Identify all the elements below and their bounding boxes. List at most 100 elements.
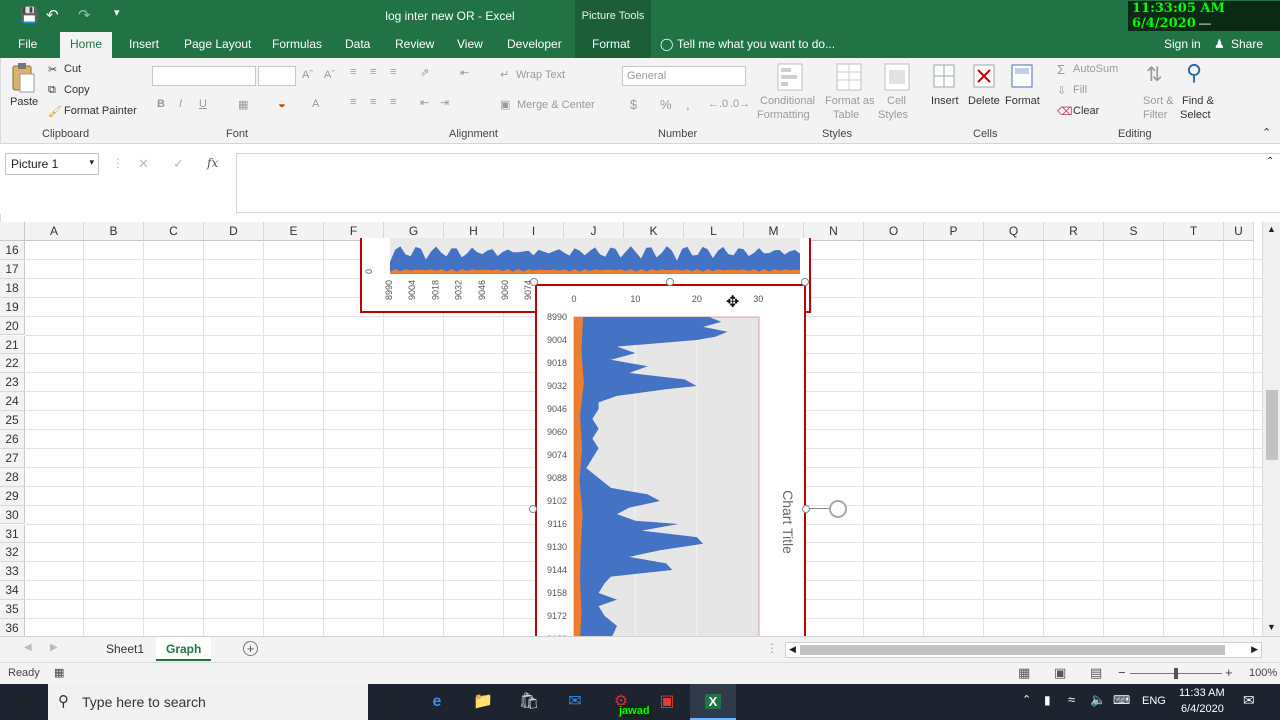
format-as-table-icon[interactable]	[834, 62, 864, 92]
horizontal-scrollbar[interactable]: ◀ ▶	[785, 642, 1262, 658]
row-header-21[interactable]: 21	[0, 335, 25, 355]
expand-formula-icon[interactable]: ⌃	[1266, 156, 1274, 167]
text-direction-icon[interactable]: ⇤	[460, 66, 469, 79]
column-header-c[interactable]: C	[144, 222, 204, 241]
vertical-scrollbar[interactable]: ▲ ▼	[1262, 222, 1280, 636]
row-header-25[interactable]: 25	[0, 411, 25, 430]
row-header-23[interactable]: 23	[0, 373, 25, 393]
column-header-r[interactable]: R	[1044, 222, 1104, 241]
next-sheet-icon[interactable]: ▶	[50, 642, 58, 653]
align-left-icon[interactable]: ≡	[350, 96, 356, 108]
scroll-up-icon[interactable]: ▲	[1267, 224, 1276, 234]
macro-record-icon[interactable]: ▦	[54, 666, 64, 679]
notifications-icon[interactable]: ✉	[1243, 692, 1255, 709]
insert-cells-button[interactable]: Insert	[931, 95, 959, 107]
language-indicator[interactable]: ENG	[1142, 695, 1166, 707]
row-header-27[interactable]: 27	[0, 448, 25, 468]
align-top-icon[interactable]: ≡	[350, 66, 356, 78]
row-header-33[interactable]: 33	[0, 562, 25, 582]
taskbar-search[interactable]: ⚲ Type here to search	[48, 684, 368, 720]
vertical-scroll-thumb[interactable]	[1266, 390, 1278, 460]
grow-font-icon[interactable]: Aˆ	[302, 69, 313, 81]
zoom-level[interactable]: 100%	[1249, 667, 1277, 679]
tell-me-search[interactable]: Tell me what you want to do...	[677, 37, 835, 51]
column-header-e[interactable]: E	[264, 222, 324, 241]
conditional-formatting-icon[interactable]	[775, 62, 805, 92]
tab-formulas[interactable]: Formulas	[272, 37, 322, 51]
column-header-o[interactable]: O	[864, 222, 924, 241]
merge-center-button[interactable]: Merge & Center	[517, 99, 595, 111]
cell-styles-icon[interactable]	[882, 62, 912, 92]
column-header-u[interactable]: U	[1224, 222, 1254, 241]
font-color-icon[interactable]: A	[312, 98, 319, 110]
autosum-button[interactable]: AutoSum	[1073, 63, 1118, 75]
resize-handle-top-left[interactable]	[530, 278, 538, 286]
column-header-a[interactable]: A	[25, 222, 84, 241]
row-header-31[interactable]: 31	[0, 524, 25, 544]
comma-button[interactable]: ,	[686, 97, 690, 112]
tab-home[interactable]: Home	[60, 32, 113, 58]
row-header-36[interactable]: 36	[0, 619, 25, 636]
fill-button[interactable]: Fill	[1073, 84, 1087, 96]
sign-in-link[interactable]: Sign in	[1164, 37, 1201, 51]
page-layout-view-icon[interactable]: ▣	[1054, 665, 1066, 681]
paste-icon[interactable]	[10, 62, 36, 94]
paste-button[interactable]: Paste	[10, 96, 38, 108]
wifi-icon[interactable]: ≈	[1068, 692, 1075, 707]
sort-filter-icon[interactable]: ⇅	[1146, 62, 1163, 87]
mail-icon[interactable]: ✉	[552, 684, 598, 720]
share-icon[interactable]: ♟	[1214, 37, 1225, 51]
task-view-icon[interactable]: ❐	[368, 684, 414, 720]
row-header-17[interactable]: 17	[0, 259, 25, 279]
align-right-icon[interactable]: ≡	[390, 96, 396, 108]
windows-start-icon[interactable]: ⊞	[0, 684, 46, 720]
sort-filter-button[interactable]: Sort &	[1143, 95, 1174, 107]
tab-page-layout[interactable]: Page Layout	[184, 37, 251, 51]
row-header-24[interactable]: 24	[0, 392, 25, 412]
sheet-tab-graph[interactable]: Graph	[156, 637, 212, 661]
tab-format[interactable]: Format	[592, 37, 630, 51]
copy-icon[interactable]: ⧉	[48, 84, 56, 97]
find-select-button[interactable]: Find &	[1182, 95, 1214, 107]
add-sheet-icon[interactable]: +	[243, 641, 258, 656]
font-name-combo[interactable]	[152, 66, 256, 86]
shrink-font-icon[interactable]: Aˇ	[324, 69, 335, 81]
row-header-29[interactable]: 29	[0, 486, 25, 506]
bold-button[interactable]: B	[157, 98, 165, 110]
fill-icon[interactable]: ⇩	[1057, 84, 1066, 97]
row-header-28[interactable]: 28	[0, 467, 25, 487]
wrap-text-button[interactable]: Wrap Text	[516, 69, 565, 81]
increase-indent-icon[interactable]: ⇥	[440, 96, 449, 109]
currency-button[interactable]: $	[630, 97, 637, 112]
enter-icon[interactable]: ✓	[173, 156, 184, 172]
insert-function-button[interactable]: fx	[207, 156, 218, 170]
format-painter-icon[interactable]: 🖌	[48, 105, 62, 118]
tray-chevron-icon[interactable]: ⌃	[1022, 693, 1031, 706]
normal-view-icon[interactable]: ▦	[1018, 665, 1030, 681]
format-painter-button[interactable]: Format Painter	[64, 105, 137, 117]
orientation-icon[interactable]: ⇗	[420, 66, 429, 79]
row-header-22[interactable]: 22	[0, 354, 25, 374]
column-header-q[interactable]: Q	[984, 222, 1044, 241]
column-header-s[interactable]: S	[1104, 222, 1164, 241]
find-select-icon[interactable]: ⚲	[1186, 60, 1202, 86]
tab-data[interactable]: Data	[345, 37, 370, 51]
format-cells-icon[interactable]	[1010, 62, 1036, 92]
battery-icon[interactable]: ▮	[1044, 693, 1051, 707]
edge-icon[interactable]: e	[414, 684, 460, 720]
format-cells-button[interactable]: Format	[1005, 95, 1040, 107]
row-header-32[interactable]: 32	[0, 543, 25, 563]
zoom-out-icon[interactable]: −	[1118, 665, 1126, 680]
percent-button[interactable]: %	[660, 97, 672, 112]
share-button[interactable]: Share	[1231, 37, 1263, 51]
tab-insert[interactable]: Insert	[129, 37, 159, 51]
collapse-ribbon-icon[interactable]: ⌃	[1262, 126, 1271, 139]
name-box[interactable]: Picture 1 ▾	[5, 153, 99, 175]
scroll-down-icon[interactable]: ▼	[1267, 622, 1276, 632]
conditional-formatting-label[interactable]: Conditional	[760, 95, 815, 107]
excel-taskbar-icon[interactable]: X	[690, 684, 736, 720]
insert-cells-icon[interactable]	[932, 62, 958, 92]
merge-icon[interactable]: ▣	[500, 98, 510, 111]
scroll-right-icon[interactable]: ▶	[1251, 644, 1258, 655]
align-center-icon[interactable]: ≡	[370, 96, 376, 108]
